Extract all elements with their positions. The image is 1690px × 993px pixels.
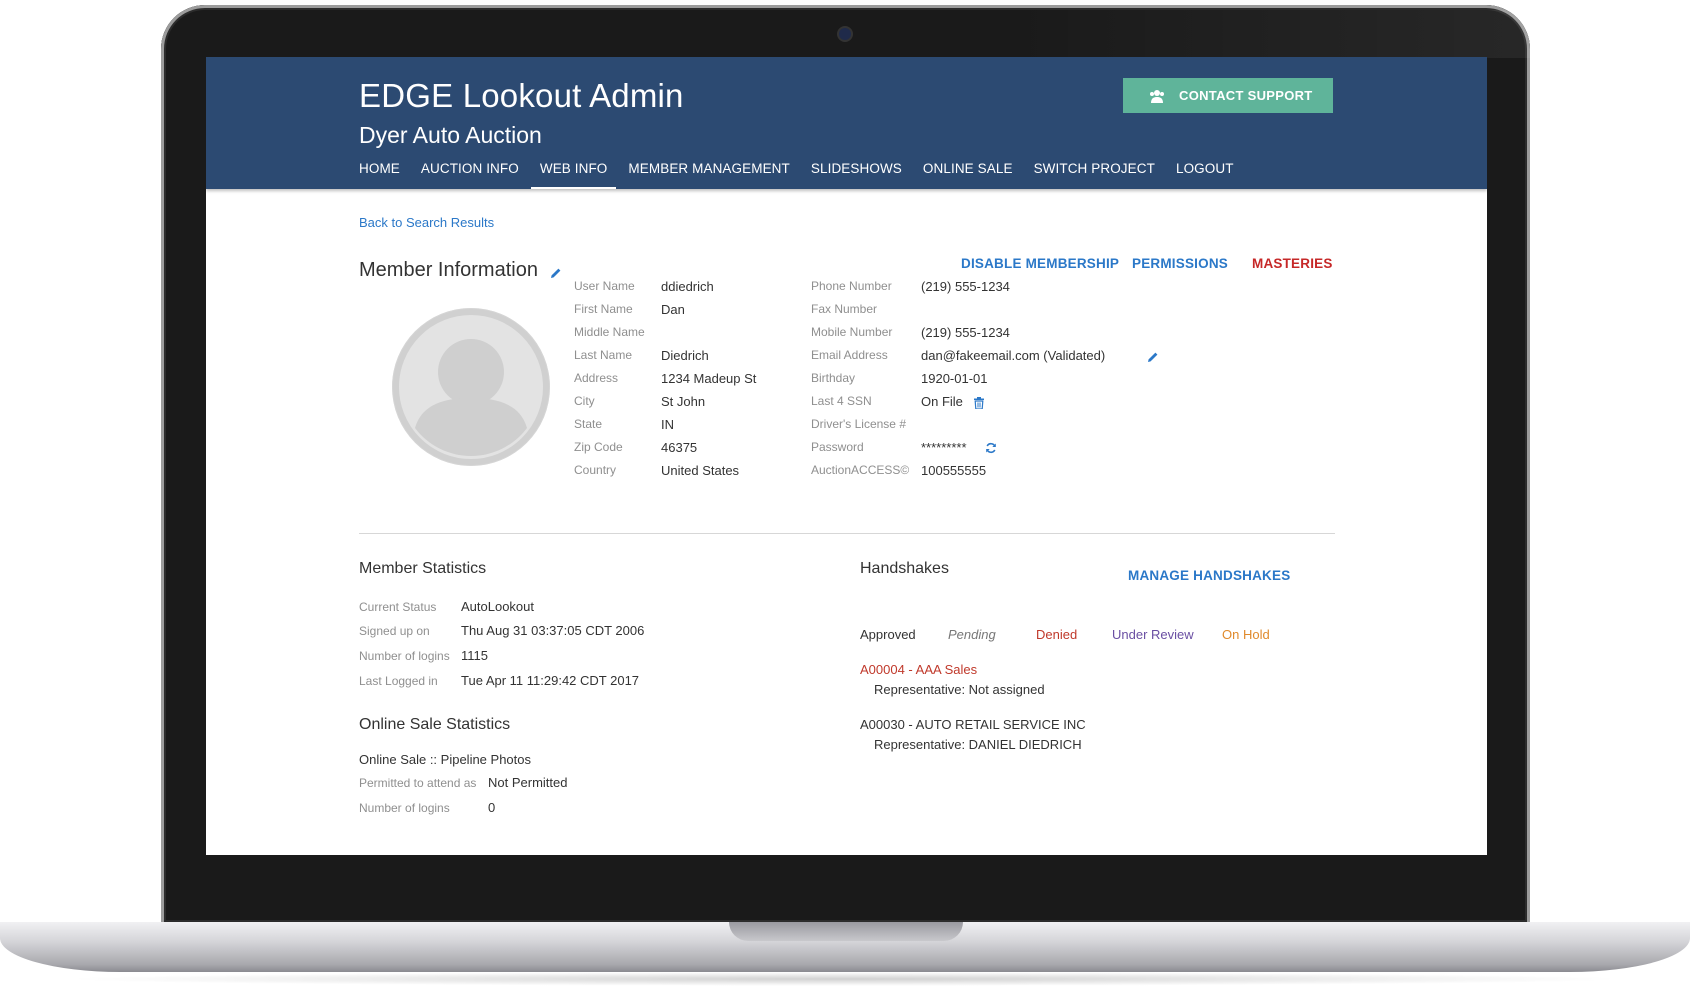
legend-pending: Pending	[948, 627, 996, 642]
laptop-notch	[729, 922, 963, 941]
nav-web-info[interactable]: WEB INFO	[530, 161, 617, 189]
laptop-shadow	[60, 972, 1630, 986]
label-mobile-number: Mobile Number	[811, 325, 893, 339]
users-icon	[1149, 89, 1165, 103]
label-user-name: User Name	[574, 279, 635, 293]
value-online-number-of-logins: 0	[488, 800, 496, 815]
legend-denied: Denied	[1036, 627, 1078, 642]
contact-support-button[interactable]: CONTACT SUPPORT	[1123, 78, 1333, 113]
value-email-address: dan@fakeemail.com (Validated)	[921, 348, 1106, 363]
value-mobile-number: (219) 555-1234	[921, 325, 1010, 340]
label-first-name: First Name	[574, 302, 633, 316]
value-user-name: ddiedrich	[661, 279, 714, 294]
nav-home[interactable]: HOME	[359, 161, 400, 189]
label-phone-number: Phone Number	[811, 279, 892, 293]
value-last-logged-in: Tue Apr 11 11:29:42 CDT 2017	[461, 673, 640, 688]
online-sale-name: Online Sale :: Pipeline Photos	[359, 752, 531, 767]
handshake-representative: Representative: DANIEL DIEDRICH	[874, 737, 1082, 752]
label-middle-name: Middle Name	[574, 325, 645, 339]
refresh-icon[interactable]	[985, 441, 997, 454]
online-sale-statistics-title: Online Sale Statistics	[359, 716, 511, 733]
app-subtitle: Dyer Auto Auction	[359, 122, 542, 148]
legend-on-hold: On Hold	[1222, 627, 1270, 642]
member-info-title: Member Information	[359, 259, 538, 281]
screen: EDGE Lookout Admin Dyer Auto Auction CON…	[206, 57, 1487, 855]
contact-support-label: CONTACT SUPPORT	[1179, 88, 1313, 103]
nav-slideshows[interactable]: SLIDESHOWS	[811, 161, 902, 189]
nav-online-sale[interactable]: ONLINE SALE	[923, 161, 1013, 189]
value-phone-number: (219) 555-1234	[921, 279, 1010, 294]
legend-approved: Approved	[860, 627, 916, 642]
label-online-number-of-logins: Number of logins	[359, 801, 450, 815]
value-birthday: 1920-01-01	[921, 371, 988, 386]
label-fax-number: Fax Number	[811, 302, 878, 316]
edit-email-pencil-icon[interactable]	[1147, 350, 1159, 362]
avatar	[392, 308, 550, 466]
user-placeholder-icon	[393, 309, 549, 465]
label-last-logged-in: Last Logged in	[359, 674, 438, 688]
value-last-name: Diedrich	[661, 348, 709, 363]
value-city: St John	[661, 394, 706, 409]
pencil-icon[interactable]	[550, 266, 562, 278]
app-header: EDGE Lookout Admin Dyer Auto Auction CON…	[206, 57, 1487, 189]
nav-auction-info[interactable]: AUCTION INFO	[421, 161, 519, 189]
manage-handshakes-link[interactable]: MANAGE HANDSHAKES	[1128, 568, 1290, 583]
label-address: Address	[574, 371, 619, 385]
value-last-4-ssn: On File	[921, 394, 963, 409]
value-zip-code: 46375	[661, 440, 698, 455]
value-first-name: Dan	[661, 302, 685, 317]
value-state: IN	[661, 417, 674, 432]
nav-logout[interactable]: LOGOUT	[1176, 161, 1234, 189]
handshake-company[interactable]: A00030 - AUTO RETAIL SERVICE INC	[860, 717, 1086, 732]
value-current-status: AutoLookout	[461, 599, 535, 614]
label-email-address: Email Address	[811, 348, 888, 362]
app-title: EDGE Lookout Admin	[359, 77, 684, 114]
label-last-name: Last Name	[574, 348, 633, 362]
value-auction-access: 100555555	[921, 463, 987, 478]
value-number-of-logins: 1115	[461, 648, 488, 663]
label-auction-access: AuctionACCESS©	[811, 463, 910, 477]
label-last-4-ssn: Last 4 SSN	[811, 394, 872, 408]
nav-switch-project[interactable]: SWITCH PROJECT	[1034, 161, 1155, 189]
label-city: City	[574, 394, 595, 408]
label-permitted-to-attend: Permitted to attend as	[359, 776, 477, 790]
main-nav: HOME AUCTION INFO WEB INFO MEMBER MANAGE…	[359, 161, 1255, 189]
value-password: *********	[921, 440, 967, 455]
value-address: 1234 Madeup St	[661, 371, 757, 386]
label-drivers-license: Driver's License #	[811, 417, 906, 431]
label-signed-up-on: Signed up on	[359, 624, 430, 638]
masteries-link[interactable]: MASTERIES	[1252, 256, 1333, 271]
handshake-company[interactable]: A00004 - AAA Sales	[860, 662, 977, 677]
legend-under-review: Under Review	[1112, 627, 1194, 642]
nav-member-management[interactable]: MEMBER MANAGEMENT	[628, 161, 789, 189]
handshake-representative: Representative: Not assigned	[874, 682, 1045, 697]
value-permitted-to-attend: Not Permitted	[488, 775, 568, 790]
camera-icon	[839, 28, 851, 40]
back-to-search-link[interactable]: Back to Search Results	[359, 215, 494, 230]
label-zip-code: Zip Code	[574, 440, 623, 454]
value-signed-up-on: Thu Aug 31 03:37:05 CDT 2006	[461, 623, 645, 638]
label-state: State	[574, 417, 603, 431]
label-password: Password	[811, 440, 864, 454]
member-statistics-title: Member Statistics	[359, 560, 487, 577]
value-country: United States	[661, 463, 740, 478]
section-divider	[359, 533, 1335, 534]
permissions-link[interactable]: PERMISSIONS	[1132, 256, 1228, 271]
label-current-status: Current Status	[359, 600, 437, 614]
label-birthday: Birthday	[811, 371, 856, 385]
label-country: Country	[574, 463, 617, 477]
handshakes-title: Handshakes	[860, 560, 949, 577]
trash-icon[interactable]	[974, 396, 984, 410]
label-number-of-logins: Number of logins	[359, 649, 450, 663]
disable-membership-link[interactable]: DISABLE MEMBERSHIP	[961, 256, 1119, 271]
